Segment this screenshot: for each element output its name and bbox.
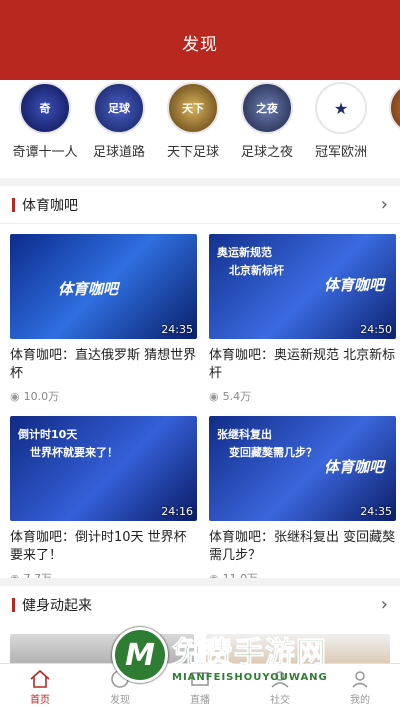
channel-item[interactable]: 之夜 足球之夜 <box>230 80 304 178</box>
tab-discover[interactable]: 发现 <box>80 664 160 711</box>
channel-item[interactable]: 奇 奇谭十一人 <box>8 80 82 178</box>
tab-profile[interactable]: 我的 <box>320 664 400 711</box>
video-thumbnail[interactable]: 奥运新规范 北京新标杆 体育咖吧 24:50 <box>209 234 396 339</box>
video-card[interactable]: 倒计时10天 世界杯就要来了！ 24:16 体育咖吧：倒计时10天 世界杯要来了… <box>10 416 197 598</box>
section-header[interactable]: 健身动起来 › <box>0 586 400 624</box>
tab-label: 首页 <box>30 695 50 706</box>
title-bar: 发现 <box>0 0 400 80</box>
qitan-logo-icon: 奇 <box>19 82 71 134</box>
tab-social[interactable]: 社交 <box>240 664 320 711</box>
thumbnail-brand: 体育咖吧 <box>323 458 384 476</box>
view-count: ◉ 5.4万 <box>209 388 396 404</box>
thumbnail-caption: 世界杯就要来了！ <box>30 446 118 459</box>
eye-icon: ◉ <box>209 389 219 403</box>
thumbnail-caption: 北京新标杆 <box>229 264 284 277</box>
section-title: 体育咖吧 <box>22 197 78 214</box>
champions-logo-icon: ★ <box>315 82 367 134</box>
channel-label: 奇谭十一人 <box>12 145 78 160</box>
video-thumbnail[interactable]: 张继科复出 变回藏獒需几步？ 体育咖吧 24:35 <box>209 416 396 521</box>
channel-label: 足球之夜 <box>240 145 293 160</box>
tab-home[interactable]: 首页 <box>0 664 80 711</box>
section-header[interactable]: 体育咖吧 › <box>0 186 400 224</box>
channel-item[interactable]: 天下 天下足球 <box>156 80 230 178</box>
video-card[interactable]: 体育咖吧 24:35 体育咖吧：直达俄罗斯 猜想世界杯 ◉ 10.0万 <box>10 234 197 416</box>
video-duration: 24:35 <box>161 323 193 336</box>
thumbnail-caption: 倒计时10天 <box>18 428 78 441</box>
lanqiu-logo-icon: 篮 <box>389 82 400 134</box>
video-title[interactable]: 体育咖吧：奥运新规范 北京新标杆 <box>209 347 396 383</box>
thumbnail-brand: 体育咖吧 <box>323 276 384 294</box>
section-divider <box>0 578 400 586</box>
tab-label: 发现 <box>110 695 130 706</box>
view-count-value: 5.4万 <box>222 390 252 403</box>
channel-label: 冠军欧洲 <box>314 145 367 160</box>
section-divider <box>0 178 400 186</box>
video-thumbnail[interactable]: 倒计时10天 世界杯就要来了！ 24:16 <box>10 416 197 521</box>
tianxiazuqiu-logo-icon: 天下 <box>167 82 219 134</box>
video-card[interactable]: 张继科复出 变回藏獒需几步？ 体育咖吧 24:35 体育咖吧：张继科复出 变回藏… <box>209 416 396 598</box>
tab-live[interactable]: 直播 <box>160 664 240 711</box>
view-count: ◉ 10.0万 <box>10 388 197 404</box>
section-accent-bar <box>12 197 15 212</box>
thumbnail-caption: 张继科复出 <box>217 428 272 441</box>
video-duration: 24:50 <box>360 323 392 336</box>
video-card[interactable]: 奥运新规范 北京新标杆 体育咖吧 24:50 体育咖吧：奥运新规范 北京新标杆 … <box>209 234 396 416</box>
video-duration: 24:16 <box>161 505 193 518</box>
thumbnail-caption: 奥运新规范 <box>217 246 272 259</box>
channel-item[interactable]: 足球 足球道路 <box>82 80 156 178</box>
bottom-tab-bar: 首页 发现 直播 社交 我的 <box>0 663 400 711</box>
discover-icon <box>111 670 129 688</box>
tab-label: 我的 <box>350 695 370 706</box>
zuqiudaolu-logo-icon: 足球 <box>93 82 145 134</box>
tab-label: 直播 <box>190 695 210 706</box>
thumbnail-brand: 体育咖吧 <box>58 280 119 298</box>
channel-item[interactable]: 篮 篮球 <box>378 80 400 178</box>
video-duration: 24:35 <box>360 505 392 518</box>
chevron-right-icon[interactable]: › <box>381 596 388 614</box>
thumbnail-caption: 变回藏獒需几步？ <box>229 446 317 459</box>
eye-icon: ◉ <box>10 389 20 403</box>
tab-label: 社交 <box>270 695 290 706</box>
channel-label: 足球道路 <box>92 145 145 160</box>
channel-label: 天下足球 <box>166 145 219 160</box>
section-accent-bar <box>12 598 15 612</box>
video-title[interactable]: 体育咖吧：倒计时10天 世界杯要来了！ <box>10 529 197 565</box>
video-title[interactable]: 体育咖吧：张继科复出 变回藏獒需几步？ <box>209 529 396 565</box>
video-title[interactable]: 体育咖吧：直达俄罗斯 猜想世界杯 <box>10 347 197 383</box>
social-icon <box>271 671 289 688</box>
live-icon <box>191 672 209 686</box>
section-title: 健身动起来 <box>22 598 92 614</box>
zuqiuzhiye-logo-icon: 之夜 <box>241 82 293 134</box>
channel-item[interactable]: ★ 冠军欧洲 <box>304 80 378 178</box>
video-thumbnail[interactable]: 体育咖吧 24:35 <box>10 234 197 339</box>
view-count-value: 10.0万 <box>23 390 60 403</box>
page-title: 发现 <box>182 35 218 55</box>
video-grid: 体育咖吧 24:35 体育咖吧：直达俄罗斯 猜想世界杯 ◉ 10.0万 奥运新规… <box>0 224 400 598</box>
chevron-right-icon[interactable]: › <box>381 195 388 214</box>
profile-icon <box>352 671 368 688</box>
channel-list[interactable]: 奇 奇谭十一人 足球 足球道路 天下 天下足球 之夜 足球之夜 ★ 冠军欧洲 篮… <box>0 80 400 178</box>
home-icon <box>30 669 50 688</box>
